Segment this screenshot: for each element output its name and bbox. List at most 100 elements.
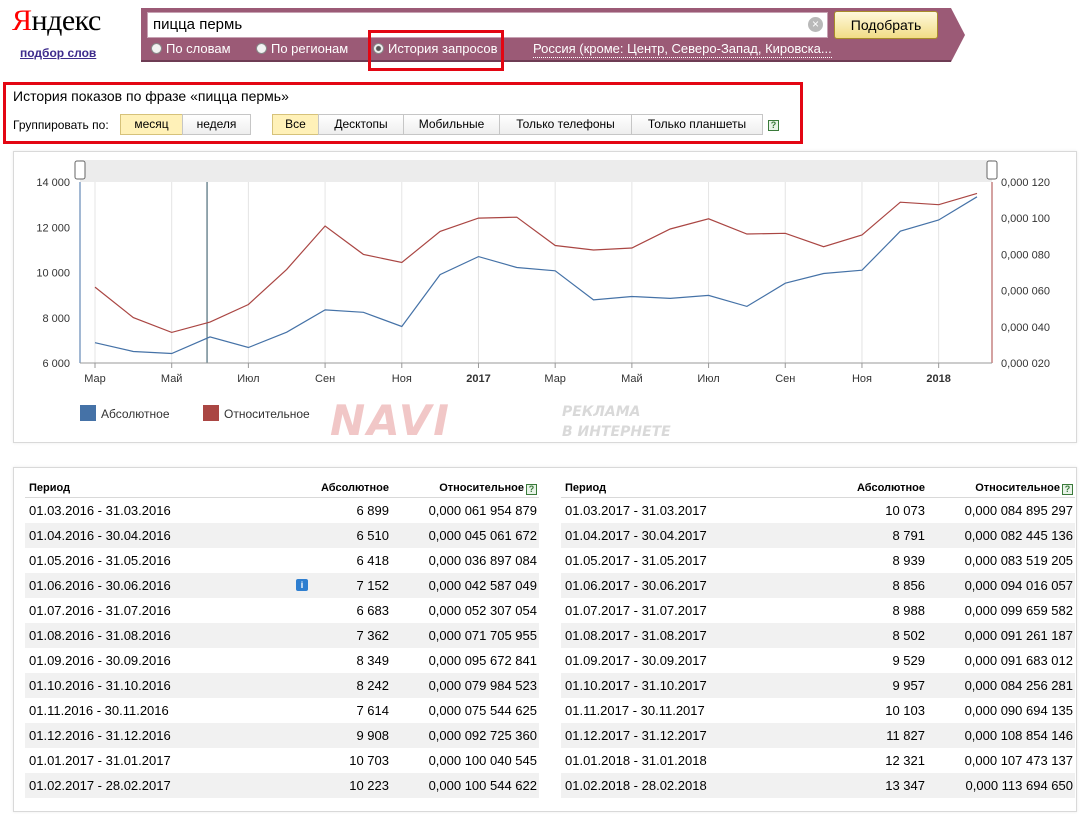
legend-relative[interactable]: Относительное xyxy=(203,405,310,422)
cell-relative: 0,000 107 473 137 xyxy=(964,753,1073,768)
y-right-tick-label: 0,000 060 xyxy=(1001,286,1050,298)
clear-icon[interactable]: × xyxy=(808,17,823,32)
table-row: 01.01.2018 - 31.01.2018 12 321 0,000 107 4… xyxy=(561,748,1075,773)
range-navigator xyxy=(80,160,992,182)
cell-absolute: 6 899 xyxy=(356,503,389,518)
cell-relative: 0,000 061 954 879 xyxy=(428,503,537,518)
y-right-tick-label: 0,000 020 xyxy=(1001,358,1050,370)
cell-period: 01.03.2016 - 31.03.2016 xyxy=(29,503,171,518)
range-handle-right[interactable] xyxy=(986,160,998,180)
header-period: Период xyxy=(565,482,607,494)
y-left-tick-label: 14 000 xyxy=(36,177,70,189)
y-right-tick-label: 0,000 100 xyxy=(1001,213,1050,225)
cell-absolute: 10 703 xyxy=(349,753,389,768)
table-row: 01.06.2016 - 30.06.2016 i 7 152 0,000 042 5… xyxy=(25,573,539,598)
cell-absolute: 7 614 xyxy=(356,703,389,718)
cell-period: 01.01.2018 - 31.01.2018 xyxy=(565,753,707,768)
table-row: 01.07.2017 - 31.07.2017 8 988 0,000 099 65… xyxy=(561,598,1075,623)
cell-absolute: 10 103 xyxy=(885,703,925,718)
cell-absolute: 10 223 xyxy=(349,778,389,793)
cell-absolute: 9 957 xyxy=(892,678,925,693)
x-tick-label: Мар xyxy=(84,373,106,385)
range-handle-left[interactable] xyxy=(74,160,86,180)
cell-absolute: 8 791 xyxy=(892,528,925,543)
cell-absolute: 9 529 xyxy=(892,653,925,668)
highlight-box-history-mode xyxy=(368,30,504,71)
cell-absolute: 10 073 xyxy=(885,503,925,518)
table-row: 01.01.2017 - 31.01.2017 10 703 0,000 100 0… xyxy=(25,748,539,773)
cell-period: 01.07.2017 - 31.07.2017 xyxy=(565,603,707,618)
help-icon[interactable]: ? xyxy=(526,484,537,495)
table-row: 01.12.2017 - 31.12.2017 11 827 0,000 108 8… xyxy=(561,723,1075,748)
watermark-line2: В ИНТЕРНЕТЕ xyxy=(562,424,671,440)
legend-absolute[interactable]: Абсолютное xyxy=(80,405,170,422)
cell-relative: 0,000 100 040 545 xyxy=(428,753,537,768)
cell-period: 01.11.2017 - 30.11.2017 xyxy=(565,703,705,718)
table-row: 01.02.2017 - 28.02.2017 10 223 0,000 100 5… xyxy=(25,773,539,798)
table-row: 01.11.2017 - 30.11.2017 10 103 0,000 090 6… xyxy=(561,698,1075,723)
table-row: 01.07.2016 - 31.07.2016 6 683 0,000 052 30… xyxy=(25,598,539,623)
cell-period: 01.06.2016 - 30.06.2016 xyxy=(29,578,171,593)
mode-by-regions[interactable]: По регионам xyxy=(256,41,348,57)
cell-absolute: 6 683 xyxy=(356,603,389,618)
navi-watermark: NAVI РЕКЛАМА В ИНТЕРНЕТЕ xyxy=(330,400,690,444)
cell-relative: 0,000 083 519 205 xyxy=(964,553,1073,568)
cell-absolute: 8 502 xyxy=(892,628,925,643)
cell-period: 01.10.2016 - 31.10.2016 xyxy=(29,678,171,693)
table-header: Период Абсолютное Относительное? xyxy=(25,478,539,498)
info-icon[interactable]: i xyxy=(296,579,308,591)
cell-period: 01.12.2017 - 31.12.2017 xyxy=(565,728,707,743)
table-row: 01.06.2017 - 30.06.2017 8 856 0,000 094 01… xyxy=(561,573,1075,598)
cell-relative: 0,000 079 984 523 xyxy=(428,678,537,693)
table-row: 01.10.2016 - 31.10.2016 8 242 0,000 079 98… xyxy=(25,673,539,698)
cell-relative: 0,000 045 061 672 xyxy=(428,528,537,543)
region-selector[interactable]: Россия (кроме: Центр, Северо-Запад, Киро… xyxy=(533,41,832,58)
table-row: 01.03.2016 - 31.03.2016 6 899 0,000 061 95… xyxy=(25,498,539,523)
watermark-big-text: NAVI xyxy=(330,396,451,445)
help-icon[interactable]: ? xyxy=(1062,484,1073,495)
table-row: 01.05.2017 - 31.05.2017 8 939 0,000 083 51… xyxy=(561,548,1075,573)
cell-period: 01.06.2017 - 30.06.2017 xyxy=(565,578,707,593)
y-left-tick-label: 12 000 xyxy=(36,222,70,234)
cell-period: 01.05.2017 - 31.05.2017 xyxy=(565,553,707,568)
cell-absolute: 8 349 xyxy=(356,653,389,668)
submit-button[interactable]: Подобрать xyxy=(834,11,938,39)
cell-period: 01.07.2016 - 31.07.2016 xyxy=(29,603,171,618)
cell-absolute: 9 908 xyxy=(356,728,389,743)
cell-period: 01.09.2016 - 30.09.2016 xyxy=(29,653,171,668)
yandex-logo[interactable]: Яндекс xyxy=(12,4,101,38)
cell-period: 01.08.2017 - 31.08.2017 xyxy=(565,628,707,643)
table-row: 01.11.2016 - 30.11.2016 7 614 0,000 075 54… xyxy=(25,698,539,723)
wordstat-link[interactable]: подбор слов xyxy=(20,46,96,60)
x-tick-label: Сен xyxy=(775,373,795,385)
cell-absolute: 6 510 xyxy=(356,528,389,543)
table-row: 01.09.2017 - 30.09.2017 9 529 0,000 091 68… xyxy=(561,648,1075,673)
cell-relative: 0,000 099 659 582 xyxy=(964,603,1073,618)
table-row: 01.08.2017 - 31.08.2017 8 502 0,000 091 26… xyxy=(561,623,1075,648)
cell-period: 01.09.2017 - 30.09.2017 xyxy=(565,653,707,668)
cell-relative: 0,000 042 587 049 xyxy=(428,578,537,593)
x-tick-label: Май xyxy=(161,373,183,385)
cell-relative: 0,000 090 694 135 xyxy=(964,703,1073,718)
cell-period: 01.08.2016 - 31.08.2016 xyxy=(29,628,171,643)
cell-relative: 0,000 095 672 841 xyxy=(428,653,537,668)
y-right-tick-label: 0,000 080 xyxy=(1001,249,1050,261)
table-row: 01.12.2016 - 31.12.2016 9 908 0,000 092 72… xyxy=(25,723,539,748)
table-row: 01.03.2017 - 31.03.2017 10 073 0,000 084 8… xyxy=(561,498,1075,523)
header-relative: Относительное? xyxy=(975,478,1073,498)
mode-by-words[interactable]: По словам xyxy=(151,41,231,57)
header-absolute: Абсолютное xyxy=(857,482,925,494)
header-relative: Относительное? xyxy=(439,478,537,498)
series-line-absolute xyxy=(94,196,978,355)
x-tick-label: 2018 xyxy=(926,373,950,385)
cell-period: 01.05.2016 - 31.05.2016 xyxy=(29,553,171,568)
y-left-tick-label: 8 000 xyxy=(42,313,70,325)
cell-absolute: 6 418 xyxy=(356,553,389,568)
cell-absolute: 11 827 xyxy=(886,728,925,743)
cell-relative: 0,000 100 544 622 xyxy=(428,778,537,793)
cell-period: 01.12.2016 - 31.12.2016 xyxy=(29,728,171,743)
cell-period: 01.04.2017 - 30.04.2017 xyxy=(565,528,707,543)
y-left-tick-label: 10 000 xyxy=(36,268,70,280)
cell-relative: 0,000 113 694 650 xyxy=(965,778,1073,793)
y-right-tick-label: 0,000 040 xyxy=(1001,322,1050,334)
